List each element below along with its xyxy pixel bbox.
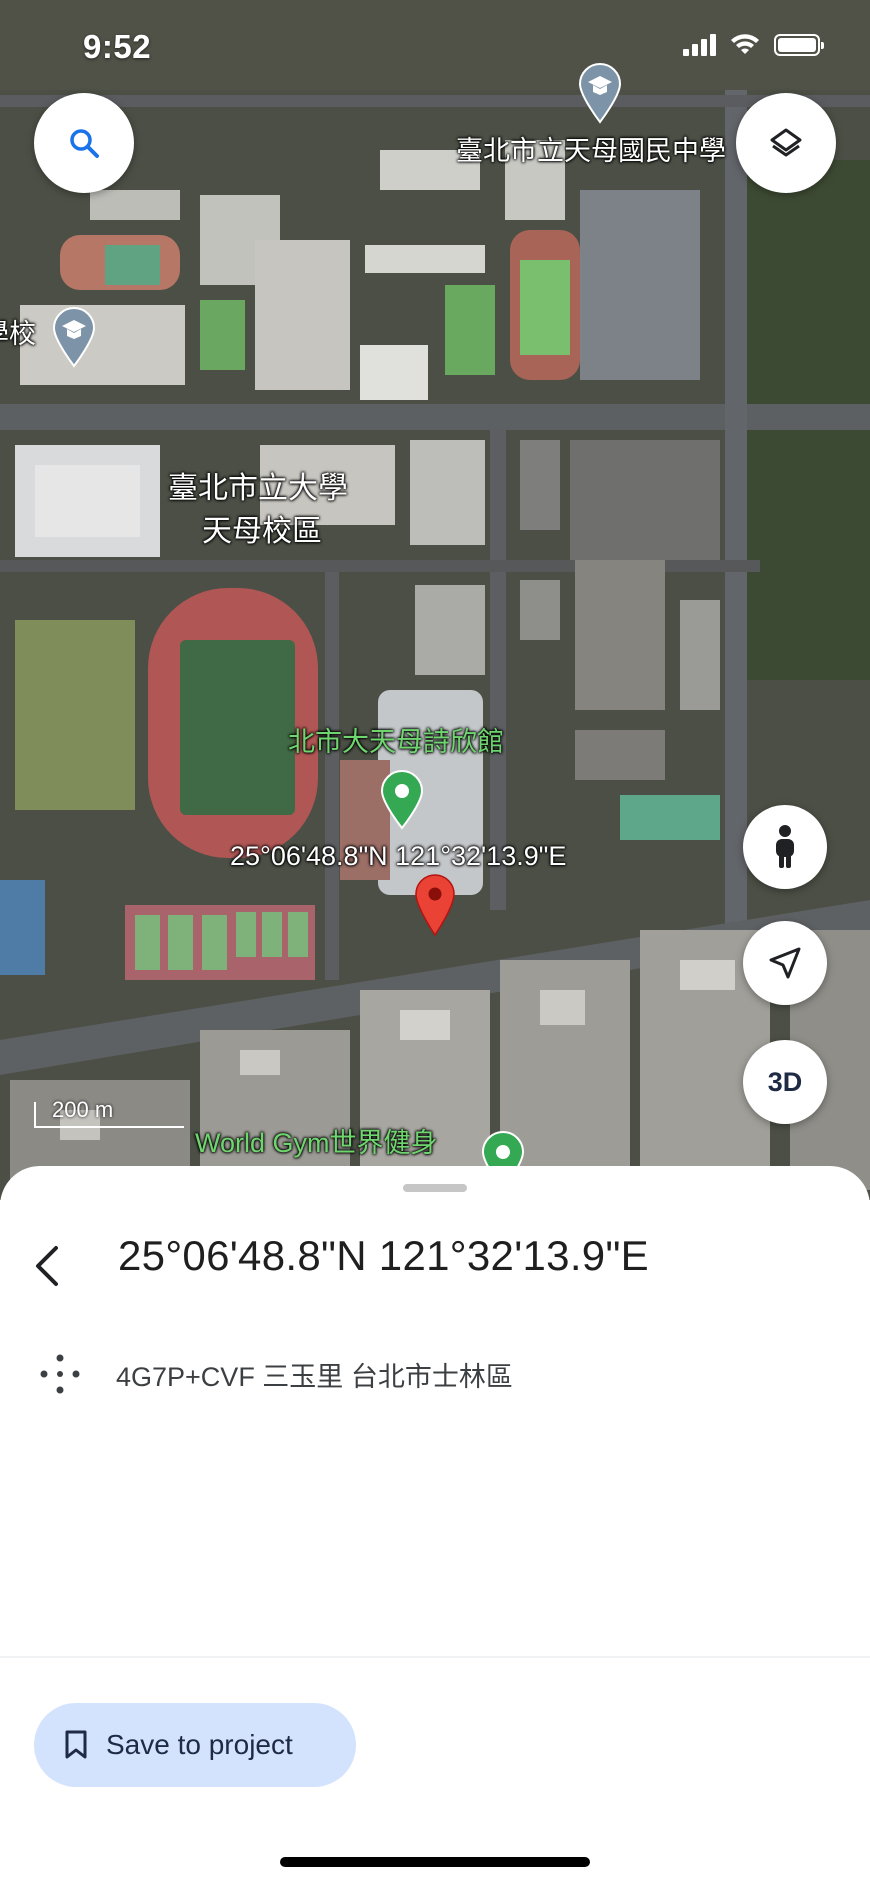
bookmark-icon (65, 1730, 87, 1759)
scale-label: 200 m (52, 1097, 114, 1122)
school-pin-icon[interactable] (52, 306, 96, 368)
layers-button[interactable] (736, 93, 836, 193)
layers-icon (770, 128, 802, 157)
map-label-university[interactable]: 臺北市立大學 (168, 470, 348, 508)
three-d-button[interactable]: 3D (743, 1040, 827, 1124)
map-label-gym-hall[interactable]: 北市大天母詩欣館 (288, 726, 504, 760)
plus-code-row[interactable]: 4G7P+CVF 三玉里 台北市士林區 (30, 1344, 513, 1404)
back-button[interactable] (22, 1236, 72, 1296)
search-button[interactable] (34, 93, 134, 193)
home-indicator (280, 1857, 590, 1867)
street-view-button[interactable] (743, 805, 827, 889)
satellite-map[interactable]: 9:52 臺北市立天母國民中學 校 臺北市立大學 天母校區 北市大天母詩欣館 2… (0, 0, 870, 1200)
battery-icon (774, 34, 824, 56)
my-location-button[interactable] (743, 921, 827, 1005)
map-label-university-campus[interactable]: 天母校區 (202, 513, 322, 551)
map-label-dropped-pin-coords: 25°06'48.8"N 121°32'13.9"E (230, 841, 567, 871)
navigation-arrow-icon (769, 947, 801, 979)
search-icon (70, 129, 99, 158)
cellular-signal-icon (683, 34, 716, 56)
sheet-divider (0, 1656, 870, 1658)
map-label-world-gym[interactable]: World Gym世界健身 (195, 1127, 438, 1161)
school-pin-icon[interactable] (578, 62, 622, 124)
status-bar: 9:52 (0, 0, 870, 96)
status-time: 9:52 (83, 28, 152, 65)
satellite-imagery (0, 0, 870, 1200)
plus-code-icon (30, 1344, 90, 1404)
map-label-school-left[interactable]: 學校 (0, 318, 36, 352)
status-icons (683, 34, 824, 56)
poi-pin-icon[interactable] (380, 770, 424, 830)
place-bottom-sheet[interactable]: 25°06'48.8"N 121°32'13.9"E 4G7P+CVF 三玉里 … (0, 1166, 870, 1883)
save-to-project-button[interactable]: Save to project (34, 1703, 356, 1787)
place-title: 25°06'48.8"N 121°32'13.9"E (118, 1232, 649, 1279)
map-label-school[interactable]: 臺北市立天母國民中學 (456, 135, 726, 169)
dropped-pin-icon[interactable] (414, 873, 456, 937)
pegman-icon (776, 825, 794, 868)
save-to-project-label: Save to project (106, 1729, 293, 1760)
plus-code-text: 4G7P+CVF 三玉里 台北市士林區 (116, 1361, 513, 1392)
chevron-left-icon (36, 1246, 58, 1286)
sheet-drag-handle[interactable] (403, 1184, 467, 1192)
wifi-icon (731, 34, 759, 54)
